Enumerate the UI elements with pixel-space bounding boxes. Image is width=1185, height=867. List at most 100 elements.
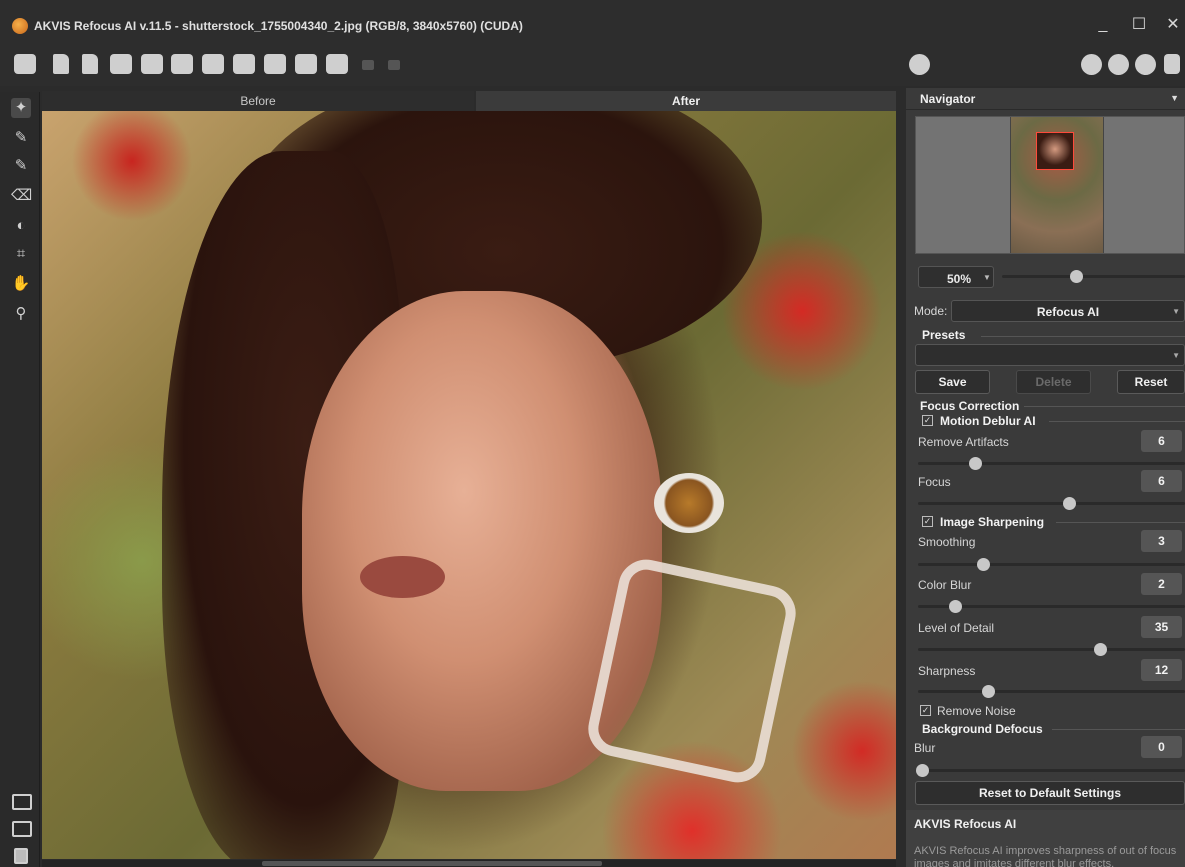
import-presets-icon[interactable] [264,54,286,74]
divider [1049,421,1185,422]
blur-slider[interactable] [918,769,1185,772]
info-icon[interactable] [1081,54,1102,75]
chevron-down-icon: ▼ [1172,351,1180,360]
tab-after[interactable]: After [476,91,896,111]
color-blur-value[interactable]: 2 [1141,573,1182,595]
level-of-detail-label: Level of Detail [918,621,995,635]
focus-area-pencil-icon[interactable]: ✎ [11,128,31,148]
open-file-icon[interactable] [53,54,69,74]
eraser-icon[interactable]: ⌫ [11,186,32,206]
title-bar: AKVIS Refocus AI v.11.5 - shutterstock_1… [0,0,1185,44]
background-pencil-icon[interactable]: ✎ [11,156,31,176]
divider [1056,522,1185,523]
smoothing-slider[interactable] [918,563,1185,566]
remove-noise-label: Remove Noise [937,704,1016,718]
blur-slider-knob[interactable] [916,764,929,777]
minimize-button[interactable]: _ [1090,12,1116,38]
sharpness-slider-knob[interactable] [982,685,996,698]
toolbar [0,44,1185,86]
mode-select[interactable]: Refocus AI ▼ [951,300,1185,322]
share-icon[interactable] [141,54,163,74]
level-of-detail-slider[interactable] [918,648,1185,651]
two-windows-icon[interactable] [14,848,28,864]
sharpness-value[interactable]: 12 [1141,659,1182,681]
remove-artifacts-slider-knob[interactable] [969,457,983,470]
reset-to-default-button[interactable]: Reset to Default Settings [915,781,1185,805]
load-settings-icon[interactable] [202,54,224,74]
refocus-tool-icon[interactable]: ✦ [11,98,31,118]
close-button[interactable]: ✕ [1160,12,1185,38]
about-panel: AKVIS Refocus AI AKVIS Refocus AI improv… [906,810,1185,867]
run-icon[interactable] [909,54,930,75]
panel-collapse-icon[interactable]: ▼ [1170,93,1179,103]
divider [1024,406,1185,407]
motion-deblur-checkbox[interactable]: ✓ [922,415,933,426]
mode-label: Mode: [914,304,948,318]
zoom-slider[interactable] [1002,275,1185,278]
presets-label: Presets [922,328,966,342]
image-canvas[interactable] [42,111,896,859]
remove-artifacts-slider[interactable] [918,462,1185,465]
zoom-slider-knob[interactable] [1070,270,1083,283]
redo-icon[interactable] [388,60,400,70]
zoom-select[interactable]: 50% ▼ [918,266,994,288]
app-logo-icon [12,18,28,34]
tab-before[interactable]: Before [42,91,474,111]
presets-icon[interactable] [326,54,348,74]
home-icon[interactable] [14,54,36,74]
blur-value[interactable]: 0 [1141,736,1182,758]
crop-icon[interactable]: ⌗ [11,244,31,264]
image-sharpening-checkbox[interactable]: ✓ [922,516,933,527]
print-icon[interactable] [110,54,132,74]
save-settings-icon[interactable] [233,54,255,74]
chevron-down-icon: ▼ [983,273,991,282]
navigator-preview[interactable] [915,116,1185,254]
navigator-view-rectangle[interactable] [1036,132,1074,170]
navigator-thumbnail [1010,117,1104,253]
remove-noise-checkbox[interactable]: ✓ [920,705,931,716]
smoothing-slider-knob[interactable] [976,558,990,571]
about-text: AKVIS Refocus AI improves sharpness of o… [914,845,1177,867]
delete-preset-button[interactable]: Delete [1016,370,1091,394]
smoothing-label: Smoothing [918,535,976,549]
single-view-icon[interactable] [12,794,32,810]
mode-value: Refocus AI [1036,305,1100,319]
photo-lips [360,556,445,598]
save-preset-button[interactable]: Save [915,370,990,394]
navigator-title: Navigator [920,92,976,106]
motion-deblur-label: Motion Deblur AI [940,414,1036,428]
settings-gear-icon[interactable] [1135,54,1156,75]
remove-artifacts-value[interactable]: 6 [1141,430,1182,452]
smoothing-value[interactable]: 3 [1141,530,1182,552]
view-tabs: Before After [42,91,896,111]
zoom-icon[interactable]: ⚲ [11,304,31,324]
color-blur-slider-knob[interactable] [949,600,963,613]
level-of-detail-value[interactable]: 35 [1141,616,1182,638]
presets-select[interactable]: ▼ [915,344,1185,366]
focus-slider-knob[interactable] [1063,497,1077,510]
horizontal-scrollbar[interactable] [42,860,896,867]
focus-label: Focus [918,475,951,489]
divider [1052,729,1185,730]
batch-icon[interactable] [171,54,193,74]
maximize-button[interactable]: ☐ [1126,12,1152,38]
undo-icon[interactable] [362,60,374,70]
help-icon[interactable] [1108,54,1129,75]
focus-slider[interactable] [918,502,1185,505]
remove-artifacts-label: Remove Artifacts [918,435,1009,449]
image-sharpening-label: Image Sharpening [940,515,1045,529]
blur-label: Blur [914,741,936,755]
scrollbar-thumb[interactable] [262,861,602,866]
zoom-value: 50% [947,272,972,286]
hand-icon[interactable]: ✋ [11,274,31,294]
photo-earring-stud [654,473,724,533]
sharpness-slider[interactable] [918,690,1185,693]
level-of-detail-slider-knob[interactable] [1093,643,1107,656]
focus-value[interactable]: 6 [1141,470,1182,492]
save-file-icon[interactable] [82,54,98,74]
export-presets-icon[interactable] [295,54,317,74]
bucket-icon[interactable]: ◐ [11,216,31,236]
notifications-icon[interactable] [1164,54,1180,74]
reset-preset-button[interactable]: Reset [1117,370,1185,394]
split-view-icon[interactable] [12,821,32,837]
